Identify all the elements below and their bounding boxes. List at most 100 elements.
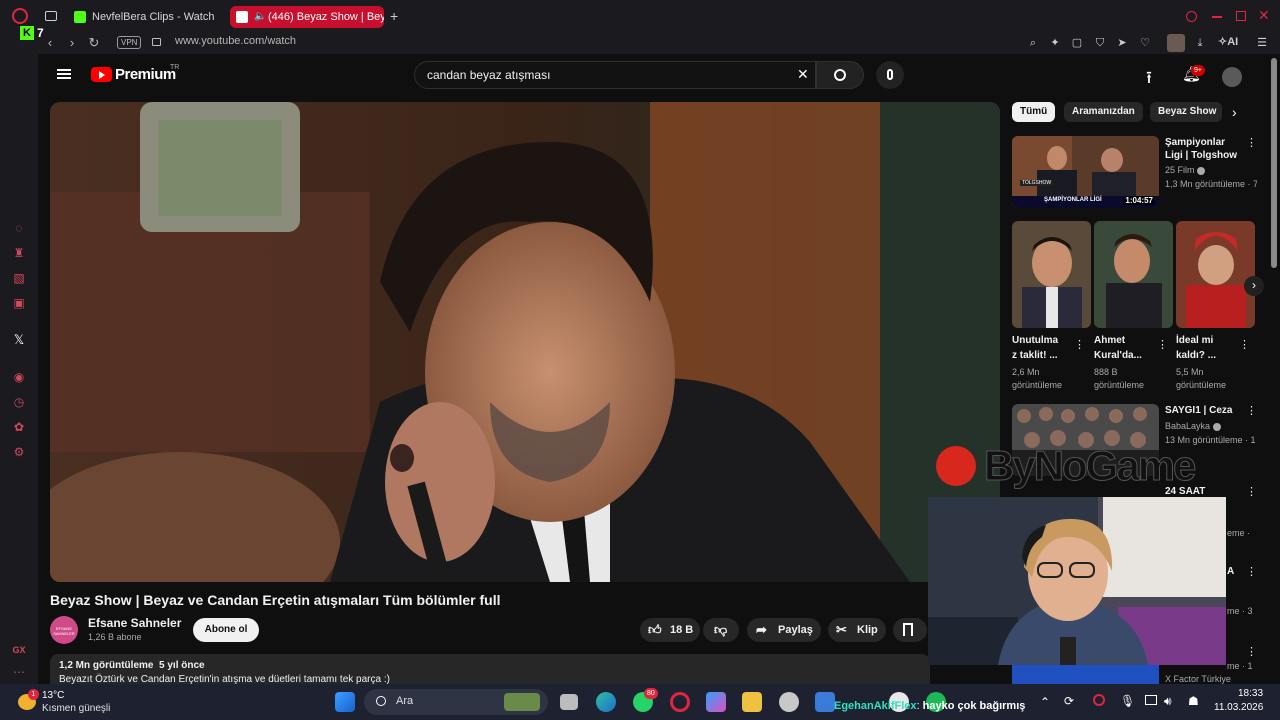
forward-button[interactable]: › [64,35,80,51]
upload-icon[interactable]: ⭱ [1146,65,1152,94]
chip-all[interactable]: Tümü [1012,102,1056,122]
short-title-1b[interactable]: z taklit! ... [1012,349,1058,362]
short-thumbnail-2[interactable] [1094,221,1173,328]
speaker-icon[interactable]: 🔈 [254,6,266,28]
rec-thumbnail-5[interactable] [1012,664,1159,684]
reload-icon[interactable]: ↻ [86,35,102,51]
copilot-icon[interactable] [706,692,726,712]
chips-next-icon[interactable]: › [1232,104,1237,120]
rec-title-1a[interactable]: Şampiyonlar [1165,136,1225,149]
download-icon[interactable]: ⤓ [1192,35,1208,51]
close-window-button[interactable]: ✕ [1258,7,1270,24]
subscribe-button[interactable]: Abone ol [193,618,259,642]
clip-button[interactable]: ✂ Klip [828,618,886,642]
short-menu-2-icon[interactable]: ⋮ [1157,340,1168,351]
menu-icon[interactable]: ☰ [1254,35,1270,51]
steam-icon[interactable] [779,692,799,712]
twitch-icon[interactable]: ▧ [11,270,27,286]
tray-battery-icon[interactable]: ☗ [1188,694,1199,708]
search-button[interactable] [816,61,864,89]
discord-icon[interactable]: ▣ [11,295,27,311]
account-avatar[interactable] [1222,67,1242,87]
shorts-next-icon[interactable]: › [1244,276,1264,296]
file-explorer-icon[interactable] [742,692,762,712]
heart-icon[interactable]: ♡ [1137,35,1153,51]
new-tab-button[interactable]: + [390,8,398,24]
tab-search-icon[interactable] [1186,11,1197,22]
pin-icon[interactable]: ✦ [1047,35,1063,51]
short-title-2a[interactable]: Ahmet [1094,334,1125,347]
aria-icon[interactable]: ◌ [11,220,27,236]
short-title-2b[interactable]: Kural'da... [1094,349,1142,362]
task-view-icon[interactable] [560,694,578,710]
profile-avatar[interactable] [1167,34,1185,52]
like-button[interactable]: 👍︎ 18 B [640,618,700,642]
shield-icon[interactable]: ⛉ [1092,35,1108,51]
rec-menu-3-icon[interactable]: ⋮ [1246,487,1257,498]
player-icon[interactable]: ◉ [11,369,27,385]
x-twitter-icon[interactable]: 𝕏 [11,332,27,348]
save-button[interactable] [893,618,927,642]
gx-corner-icon[interactable]: ♜ [11,245,27,261]
rec-menu-2-icon[interactable]: ⋮ [1246,406,1257,417]
hamburger-menu-icon[interactable] [57,69,71,79]
maximize-button[interactable] [1236,11,1246,21]
chip-beyaz-show[interactable]: Beyaz Show [1150,102,1222,122]
short-title-1a[interactable]: Unutulma [1012,334,1058,347]
snapshot-icon[interactable]: ▢ [1069,35,1085,51]
vpn-badge[interactable]: VPN [117,36,142,49]
dislike-button[interactable]: 👎︎ [703,618,739,642]
clock-date[interactable]: 11.03.2026 [1214,702,1263,713]
short-title-3b[interactable]: kaldı? ... [1176,349,1216,362]
more-icon[interactable]: ⋯ [11,664,27,680]
gx-control-icon[interactable]: GX [11,642,27,658]
tab-kick[interactable]: NevfelBera Clips - Watch Live [68,6,218,28]
tray-display-icon[interactable] [1145,695,1157,705]
short-thumbnail-3[interactable] [1176,221,1255,328]
back-button[interactable]: ‹ [42,35,58,51]
youtube-logo[interactable] [91,67,112,82]
lock-icon[interactable] [152,38,161,46]
voice-search-button[interactable] [876,61,904,89]
clock-time[interactable]: 18:33 [1238,688,1263,699]
rec-menu-1-icon[interactable]: ⋮ [1246,138,1257,149]
weather-widget[interactable]: 1 13°C Kısmen güneşli [16,688,126,716]
taskbar-search[interactable]: Ara [364,689,548,715]
channel-avatar[interactable]: EFSANE SAHNELER [50,616,78,644]
store-icon[interactable] [815,692,835,712]
rec-title-1b[interactable]: Ligi | Tolgshow [1165,149,1237,162]
short-menu-1-icon[interactable]: ⋮ [1074,340,1085,351]
opera-logo-icon[interactable] [12,8,28,24]
url-field[interactable]: www.youtube.com/watch [175,35,296,47]
settings-icon[interactable]: ⚙ [11,444,27,460]
extensions-icon[interactable]: ✿ [11,419,27,435]
kick-extension-badge[interactable]: K [20,26,34,40]
clear-search-icon[interactable]: ✕ [797,66,809,83]
channel-name[interactable]: Efsane Sahneler [88,616,181,630]
page-scrollbar[interactable] [1271,58,1277,268]
tray-chevron-icon[interactable]: ⌃ [1040,695,1050,709]
rec-menu-5-icon[interactable]: ⋮ [1246,647,1257,658]
start-button-icon[interactable] [335,692,355,712]
short-thumbnail-1[interactable] [1012,221,1091,328]
tab-youtube-active[interactable]: 🔈 (446) Beyaz Show | Beyaz [230,6,384,28]
rec-menu-4-icon[interactable]: ⋮ [1246,567,1257,578]
search-input[interactable]: candan beyaz atışması ✕ [414,61,816,89]
share-button[interactable]: ➦ Paylaş [747,618,821,642]
edge-icon[interactable] [596,692,616,712]
tray-volume-icon[interactable]: 🔊︎ [1164,694,1172,709]
opera-gx-icon[interactable] [670,692,690,712]
video-player[interactable] [50,102,1000,582]
tab-workspace-icon[interactable] [45,11,57,21]
short-title-3a[interactable]: İdeal mi [1176,334,1213,347]
short-menu-3-icon[interactable]: ⋮ [1239,340,1250,351]
send-icon[interactable]: ➤ [1114,35,1130,51]
rec-title-2[interactable]: SAYGI1 | Ceza [1165,404,1232,417]
rec-thumbnail-1[interactable]: TOLGSHOW ŞAMPİYONLAR LİGİ 1:04:57 [1012,136,1159,208]
zoom-icon[interactable]: ⌕ [1025,35,1041,51]
tray-mic-icon[interactable]: 🎙︎ [1120,694,1135,708]
minimize-button[interactable] [1212,16,1222,18]
history-icon[interactable]: ◷ [11,394,27,410]
chip-from-search[interactable]: Aramanızdan [1064,102,1143,122]
rec-title-4[interactable]: A [1227,565,1234,578]
